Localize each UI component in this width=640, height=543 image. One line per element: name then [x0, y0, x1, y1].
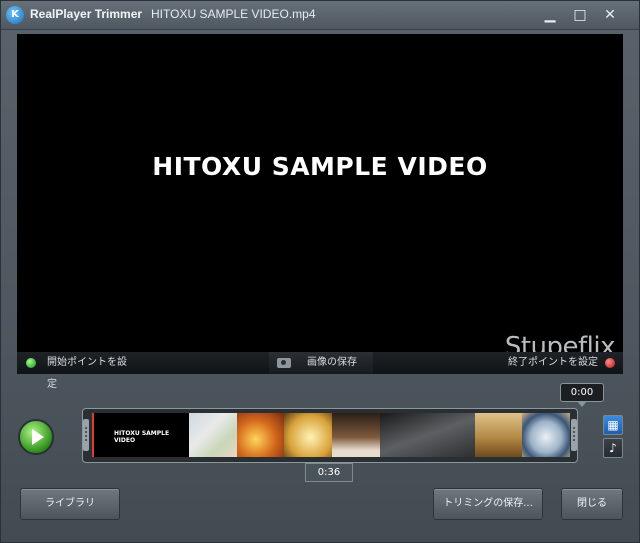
audio-track-icon[interactable]: ♪ — [603, 438, 623, 458]
trimmer-window: K RealPlayer Trimmer HITOXU SAMPLE VIDEO… — [0, 0, 640, 543]
library-button[interactable]: ライブラリ — [20, 488, 120, 520]
start-point-icon — [26, 358, 36, 368]
thumbnail-7 — [474, 413, 523, 457]
set-start-point-button[interactable]: 開始ポイントを設定 — [17, 352, 135, 390]
start-trim-handle[interactable] — [83, 419, 89, 451]
thumbnail-strip[interactable]: HITOXU SAMPLE VIDEO — [92, 413, 570, 457]
current-time-badge: 0:00 — [560, 383, 604, 407]
realplayer-logo-icon: K — [6, 6, 24, 24]
video-track-icon[interactable]: ▦ — [603, 415, 623, 435]
thumbnail-1: HITOXU SAMPLE VIDEO — [94, 413, 190, 457]
app-title: RealPlayer Trimmer — [30, 7, 143, 21]
set-end-point-label: 終了ポイントを設定 — [508, 357, 598, 368]
camera-icon — [277, 358, 291, 368]
video-preview[interactable]: HITOXU SAMPLE VIDEO Stupeflix — [17, 34, 623, 362]
close-button[interactable]: 閉じる — [561, 488, 623, 520]
thumbnail-3 — [236, 413, 285, 457]
preview-control-bar: 開始ポイントを設定 画像の保存 終了ポイントを設定 — [17, 352, 623, 390]
thumbnail-6 — [379, 413, 475, 457]
save-image-label: 画像の保存 — [307, 357, 357, 368]
thumbnail-5 — [331, 413, 380, 457]
minimize-button[interactable]: ▁ — [541, 6, 559, 24]
end-point-icon — [605, 358, 615, 368]
play-button[interactable] — [18, 419, 54, 455]
thumbnail-title-text: HITOXU SAMPLE VIDEO — [114, 430, 170, 444]
end-trim-handle[interactable] — [571, 419, 577, 451]
maximize-button[interactable]: □ — [571, 6, 589, 24]
set-start-point-label: 開始ポイントを設定 — [47, 357, 127, 390]
thumbnail-4 — [284, 413, 332, 457]
duration-badge: 0:36 — [305, 463, 353, 482]
video-frame-title: HITOXU SAMPLE VIDEO — [152, 152, 488, 181]
save-image-button[interactable]: 画像の保存 — [269, 352, 373, 374]
filmstrip-timeline[interactable]: HITOXU SAMPLE VIDEO — [82, 408, 578, 463]
file-title: HITOXU SAMPLE VIDEO.mp4 — [151, 7, 316, 21]
set-end-point-button[interactable]: 終了ポイントを設定 — [506, 352, 623, 374]
save-trim-button[interactable]: トリミングの保存... — [433, 488, 543, 520]
thumbnail-2 — [189, 413, 237, 457]
close-window-button[interactable]: ✕ — [601, 6, 619, 24]
thumbnail-8 — [522, 413, 570, 457]
title-bar: K RealPlayer Trimmer HITOXU SAMPLE VIDEO… — [1, 1, 639, 30]
